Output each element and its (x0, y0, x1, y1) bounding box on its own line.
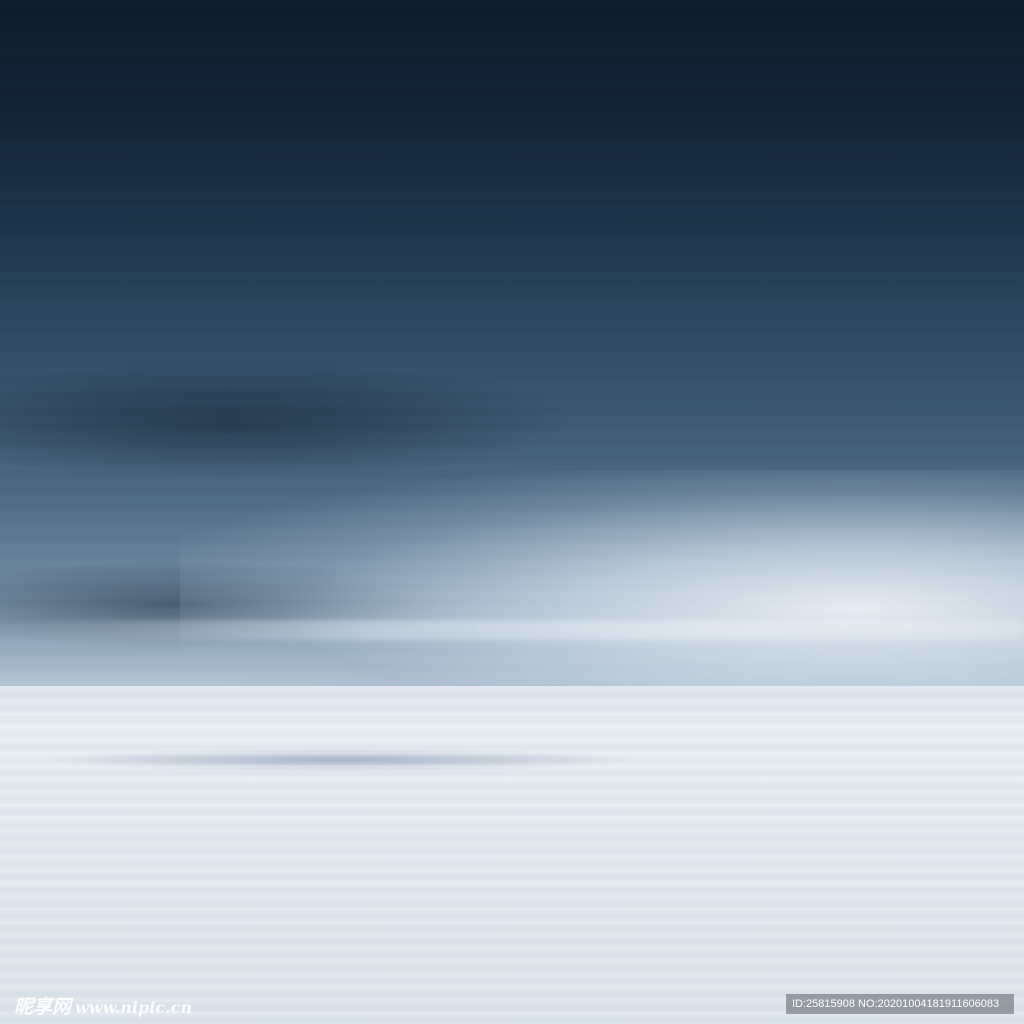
motion-blur-streaks (0, 0, 1024, 686)
photo-scene: 昵享网 www.nipic.cn ID:25815908 NO:202010041… (0, 0, 1024, 1024)
image-id-badge: ID:25815908 NO:20201004181911606083 (786, 994, 1014, 1014)
watermark-logo-name: 昵享网 (14, 996, 72, 1018)
watermark-logo: 昵享网 www.nipic.cn (14, 992, 192, 1019)
ground-texture-lines (0, 686, 1024, 1024)
watermark-logo-url: www.nipic.cn (75, 998, 192, 1017)
horizon-light-band (0, 620, 1024, 640)
